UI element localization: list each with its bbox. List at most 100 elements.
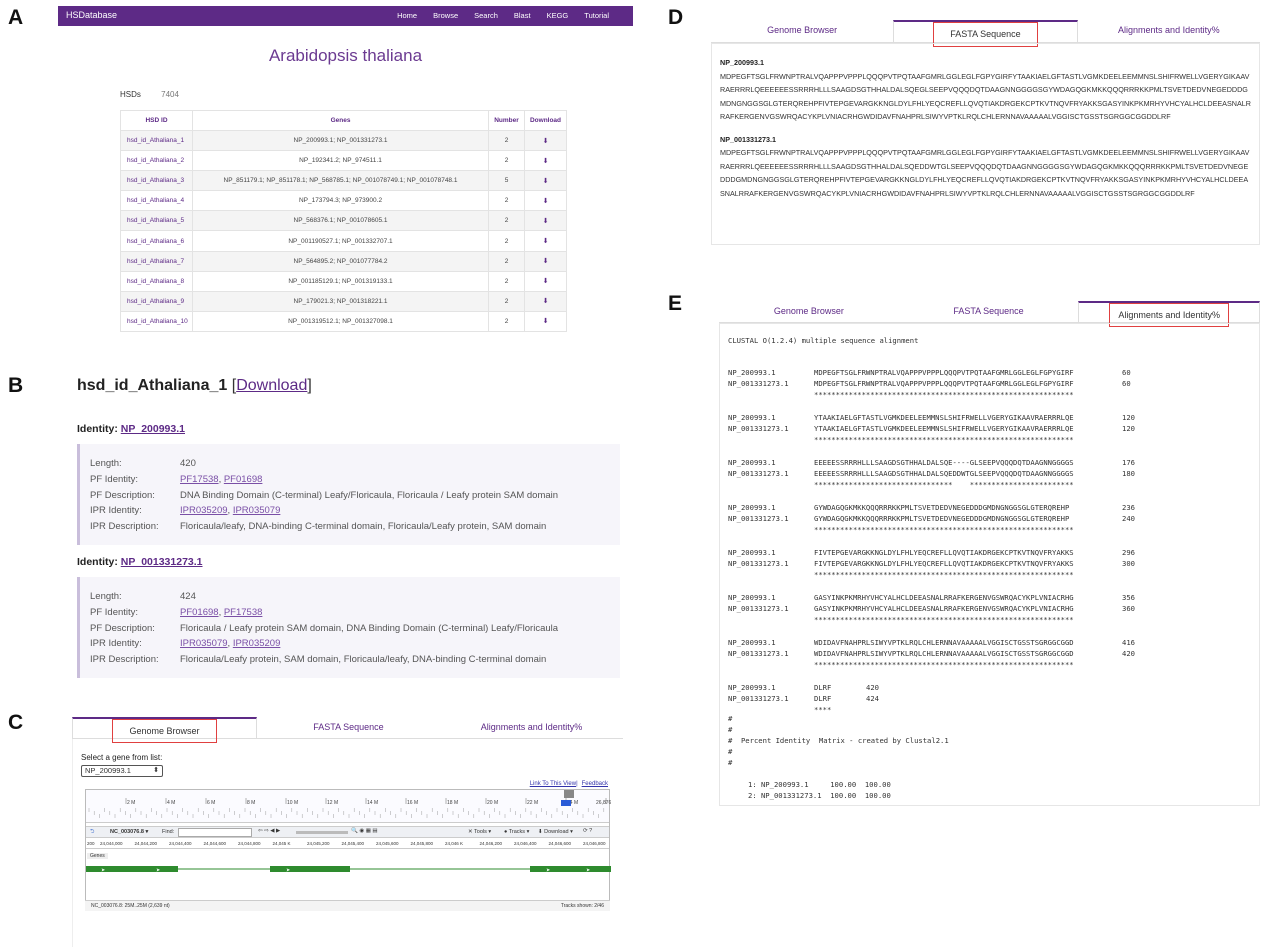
find-input[interactable] [178, 828, 252, 837]
nav-browse[interactable]: Browse [433, 11, 458, 20]
pf-link[interactable]: PF01698 [180, 607, 219, 618]
alignment-seq: DLRF [814, 694, 832, 703]
pf-link[interactable]: PF17538 [224, 607, 263, 618]
hsd-id-link[interactable]: hsd_id_Athaliana_8 [120, 270, 193, 292]
ruler-tick-label: 22 M [527, 800, 538, 806]
key-length: Length: [90, 591, 122, 602]
nav-arrows-icon[interactable]: ⇦ ⇨ ◀ ▶ [258, 828, 280, 834]
alignment-seq-name: NP_200993.1 [728, 548, 776, 557]
coordinate-label: 24,045 K [272, 841, 291, 846]
ipr-link[interactable]: IPR035209 [180, 505, 228, 516]
brand-link[interactable]: HSDatabase [66, 10, 117, 20]
download-icon[interactable]: ⬇ [543, 177, 549, 185]
nav-blast[interactable]: Blast [514, 11, 531, 20]
alignment-seq-name: NP_001331273.1 [728, 559, 789, 568]
tab-genome-browser[interactable]: Genome Browser [719, 301, 899, 322]
download-icon[interactable]: ⬇ [543, 257, 549, 265]
nav-search[interactable]: Search [474, 11, 498, 20]
download-cell[interactable]: ⬇ [524, 250, 567, 272]
nav-home[interactable]: Home [397, 11, 417, 20]
hsd-id-link[interactable]: hsd_id_Athaliana_3 [120, 170, 193, 192]
nav-tutorial[interactable]: Tutorial [584, 11, 609, 20]
nav-links: Home Browse Search Blast KEGG Tutorial [397, 11, 609, 20]
panel-label-b: B [8, 374, 24, 397]
ipr-link[interactable]: IPR035209 [233, 638, 281, 649]
overview-ruler[interactable]: 2 M 4 M 6 M 8 M 10 M 12 M 14 M 16 M 18 M 20 M 22 M… [86, 790, 621, 823]
identity-link-2[interactable]: NP_001331273.1 [121, 556, 203, 568]
refresh-icon[interactable]: ⟳ ? [583, 828, 592, 834]
ruler-tick-label: 14 M [367, 800, 378, 806]
hsd-id-link[interactable]: hsd_id_Athaliana_7 [120, 250, 193, 272]
tracks-menu[interactable]: ● Tracks ▾ [504, 829, 529, 835]
genes-cell: NP_192341.2; NP_974511.1 [192, 150, 489, 172]
genes-track[interactable]: Genes ➤ ➤ ➤ ➤ ➤ [86, 853, 611, 902]
ruler-tick-label: 26,876,602 [596, 800, 611, 806]
download-cell[interactable]: ⬇ [524, 310, 567, 332]
download-cell[interactable]: ⬇ [524, 150, 567, 172]
download-cell[interactable]: ⬇ [524, 230, 567, 252]
number-cell: 2 [488, 310, 525, 332]
link-to-view[interactable]: Link To This View [530, 781, 576, 787]
nav-kegg[interactable]: KEGG [547, 11, 569, 20]
col-hsd-id: HSD ID [120, 110, 193, 131]
download-cell[interactable]: ⬇ [524, 190, 567, 212]
tab-fasta-sequence[interactable]: FASTA Sequence [893, 20, 1078, 47]
download-icon[interactable]: ⬇ [543, 277, 549, 285]
hsd-id-link[interactable]: hsd_id_Athaliana_1 [120, 129, 193, 152]
download-icon[interactable]: ⬇ [543, 157, 549, 165]
ipr-link[interactable]: IPR035079 [180, 638, 228, 649]
status-tracks: Tracks shown: 2/46 [560, 903, 604, 909]
genes-cell: NP_851179.1; NP_851178.1; NP_568785.1; N… [192, 170, 489, 192]
ruler-locator[interactable] [564, 790, 574, 798]
download-cell[interactable]: ⬇ [524, 210, 567, 232]
download-icon[interactable]: ⬇ [543, 297, 549, 305]
feedback-link[interactable]: Feedback [582, 781, 608, 787]
hsd-id-link[interactable]: hsd_id_Athaliana_4 [120, 190, 193, 212]
download-cell[interactable]: ⬇ [524, 129, 567, 152]
tab-genome-browser[interactable]: Genome Browser [711, 20, 893, 42]
download-icon[interactable]: ⬇ [543, 217, 549, 225]
download-cell[interactable]: ⬇ [524, 270, 567, 292]
tab-alignments[interactable]: Alignments and Identity% [1078, 20, 1260, 42]
tab-genome-browser[interactable]: Genome Browser [72, 717, 257, 743]
zoom-slider[interactable] [296, 831, 348, 834]
hsd-id-link[interactable]: hsd_id_Athaliana_6 [120, 230, 193, 252]
pf-link[interactable]: PF01698 [224, 474, 263, 485]
download-link[interactable]: Download [236, 377, 307, 394]
hsd-id-link[interactable]: hsd_id_Athaliana_5 [120, 210, 193, 232]
download-icon[interactable]: ⬇ [543, 237, 549, 245]
tabbar-c: Genome Browser FASTA Sequence Alignments… [72, 717, 623, 743]
identity-link-1[interactable]: NP_200993.1 [121, 423, 185, 435]
back-icon[interactable]: ⮌ [90, 828, 94, 837]
download-menu[interactable]: ⬇ Download ▾ [538, 829, 573, 835]
hsd-id-link[interactable]: hsd_id_Athaliana_9 [120, 290, 193, 312]
table-row: hsd_id_Athaliana_1 NP_200993.1; NP_001331… [120, 129, 567, 152]
hsd-id-link[interactable]: hsd_id_Athaliana_2 [120, 150, 193, 172]
genes-cell: NP_564895.2; NP_001077784.2 [192, 250, 489, 272]
gene-select[interactable]: NP_200993.1 ⬍ [81, 765, 163, 777]
tools-menu[interactable]: ✕ Tools ▾ [468, 829, 491, 835]
ipr-link[interactable]: IPR035079 [233, 505, 281, 516]
coordinate-ruler: 200 24,044,000 24,044,200 24,044,400 24,044… [86, 840, 609, 849]
download-icon[interactable]: ⬇ [543, 317, 549, 325]
tab-fasta-sequence[interactable]: FASTA Sequence [257, 717, 440, 738]
download-icon[interactable]: ⬇ [543, 137, 549, 145]
number-cell: 5 [488, 170, 525, 192]
tab-alignments[interactable]: Alignments and Identity% [440, 717, 623, 738]
coordinate-label: 24,044,000 [100, 841, 123, 846]
download-cell[interactable]: ⬇ [524, 290, 567, 312]
alignment-position: 300 [1122, 559, 1135, 568]
tab-alignments[interactable]: Alignments and Identity% [1078, 301, 1261, 327]
chrom-select[interactable]: NC_003076.8 ▾ [110, 829, 148, 835]
genes-cell: NP_568376.1; NP_001078605.1 [192, 210, 489, 232]
zoom-icons[interactable]: 🔍 ◉ ▦ ▤ [351, 828, 378, 834]
hsd-id-link[interactable]: hsd_id_Athaliana_10 [120, 310, 193, 332]
download-cell[interactable]: ⬇ [524, 170, 567, 192]
alignment-seq-name: NP_200993.1 [728, 503, 776, 512]
view-links: Link To This View| Feedback [529, 781, 608, 787]
download-icon[interactable]: ⬇ [543, 197, 549, 205]
ruler-svg: 2 M 4 M 6 M 8 M 10 M 12 M 14 M 16 M 18 M 20 M 22 M… [88, 790, 621, 818]
tab-fasta-sequence[interactable]: FASTA Sequence [899, 301, 1079, 322]
pf-link[interactable]: PF17538 [180, 474, 219, 485]
alignment-seq: DLRF [814, 683, 832, 692]
